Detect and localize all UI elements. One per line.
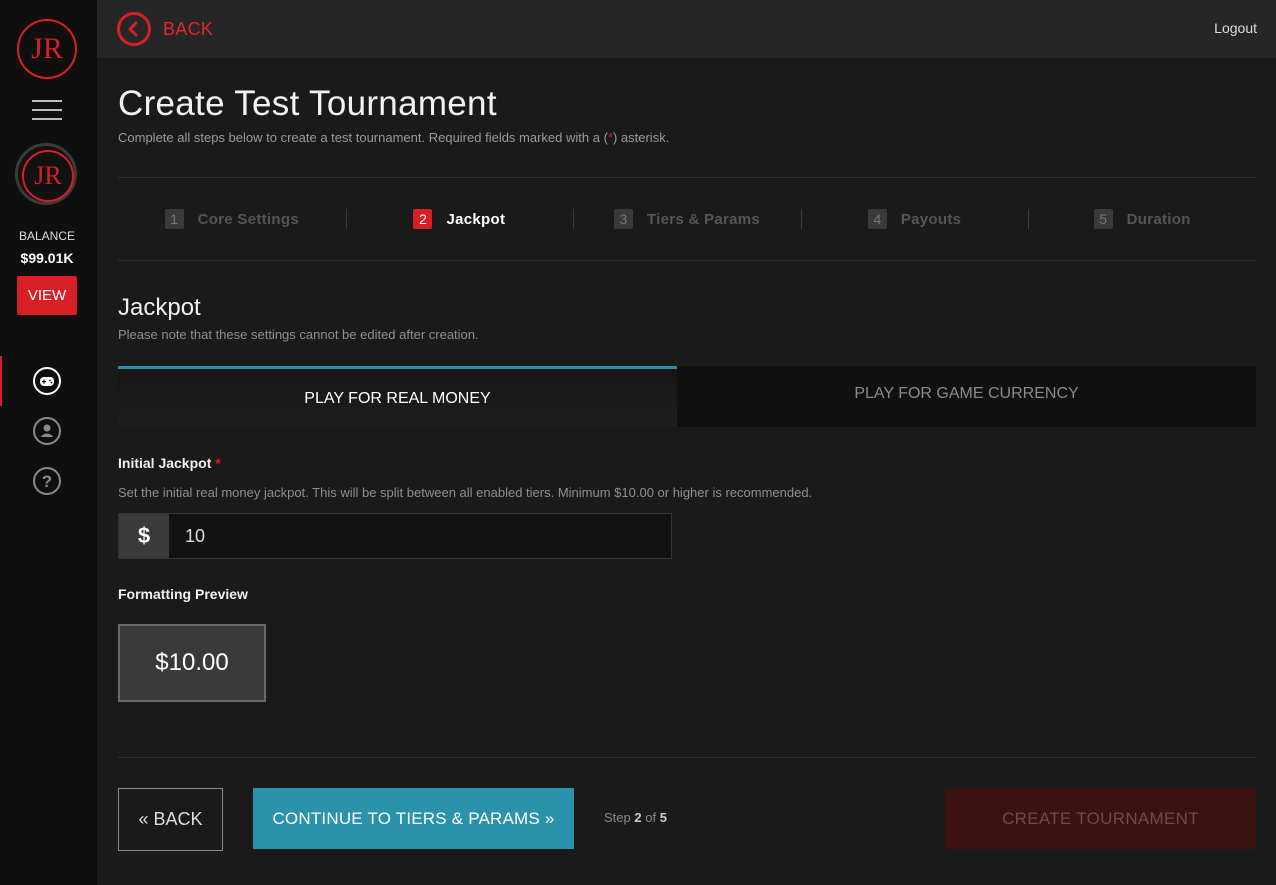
view-balance-button[interactable]: VIEW <box>17 276 77 315</box>
brand-logo[interactable]: JR <box>17 19 77 79</box>
step-tiers-params[interactable]: 3 Tiers & Params <box>573 201 801 237</box>
step-core-settings[interactable]: 1 Core Settings <box>118 201 346 237</box>
initial-jackpot-input-group: $ <box>118 513 672 559</box>
chevron-left-icon <box>117 12 151 46</box>
section-title: Jackpot <box>118 294 201 321</box>
svg-text:JR: JR <box>31 32 63 65</box>
initial-jackpot-help: Set the initial real money jackpot. This… <box>118 485 813 500</box>
svg-text:?: ? <box>42 472 52 491</box>
help-icon[interactable]: ? <box>32 466 62 496</box>
step-number: 2 <box>413 209 433 229</box>
section-note: Please note that these settings cannot b… <box>118 327 479 342</box>
logout-link[interactable]: Logout <box>1214 20 1257 36</box>
step-number: 1 <box>164 209 184 229</box>
back-label: BACK <box>163 18 214 39</box>
divider <box>118 260 1256 261</box>
step-label: Tiers & Params <box>646 210 761 228</box>
sidebar: JR JR BALANCE $99.01K VIEW ? <box>0 0 97 885</box>
jr-avatar-icon: JR <box>34 161 62 190</box>
formatting-preview-value: $10.00 <box>118 624 266 702</box>
gamepad-icon[interactable] <box>32 366 62 396</box>
nav-active-indicator <box>0 356 2 406</box>
continue-button[interactable]: CONTINUE TO TIERS & PARAMS » <box>253 788 574 849</box>
initial-jackpot-label: Initial Jackpot * <box>118 455 221 471</box>
currency-tabs: PLAY FOR REAL MONEY PLAY FOR GAME CURREN… <box>118 366 1256 427</box>
formatting-preview-label: Formatting Preview <box>118 586 248 602</box>
back-link[interactable]: BACK <box>117 10 213 48</box>
menu-icon[interactable] <box>32 100 62 120</box>
step-label: Core Settings <box>197 210 299 228</box>
step-label: Jackpot <box>446 210 506 228</box>
tab-real-money[interactable]: PLAY FOR REAL MONEY <box>118 366 677 427</box>
step-label: Duration <box>1126 210 1191 228</box>
jr-logo-icon: JR <box>31 32 63 65</box>
topbar: BACK Logout <box>97 0 1276 58</box>
dollar-icon: $ <box>119 514 169 558</box>
step-nav: 1 Core Settings 2 Jackpot 3 Tiers & Para… <box>118 201 1256 237</box>
svg-text:JR: JR <box>34 161 62 190</box>
create-tournament-button[interactable]: CREATE TOURNAMENT <box>945 788 1256 849</box>
divider <box>118 177 1256 178</box>
balance-value: $99.01K <box>20 250 74 266</box>
step-label: Payouts <box>900 210 962 228</box>
required-asterisk: * <box>215 455 221 471</box>
page-title: Create Test Tournament <box>118 84 497 123</box>
step-duration[interactable]: 5 Duration <box>1028 201 1256 237</box>
back-button[interactable]: « BACK <box>118 788 223 851</box>
avatar[interactable]: JR <box>15 143 77 205</box>
step-jackpot[interactable]: 2 Jackpot <box>345 201 574 237</box>
step-payouts[interactable]: 4 Payouts <box>800 201 1029 237</box>
page-subtitle: Complete all steps below to create a tes… <box>118 130 670 145</box>
step-number: 3 <box>613 209 633 229</box>
divider <box>118 757 1256 758</box>
tab-game-currency[interactable]: PLAY FOR GAME CURRENCY <box>677 366 1256 427</box>
step-indicator: Step 2 of 5 <box>604 810 667 825</box>
step-number: 5 <box>1093 209 1113 229</box>
step-number: 4 <box>867 209 887 229</box>
user-icon[interactable] <box>32 416 62 446</box>
balance-label: BALANCE <box>18 229 76 243</box>
initial-jackpot-input[interactable] <box>169 514 671 558</box>
